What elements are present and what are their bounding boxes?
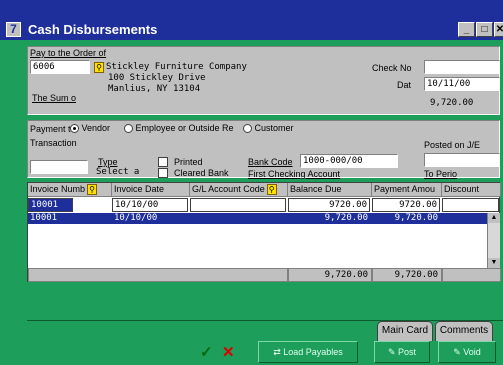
date-label: Dat [397, 80, 412, 90]
lookup-icon[interactable]: ⚲ [94, 62, 104, 73]
row-invoice-number: 10001 [30, 213, 58, 223]
tab-comments[interactable]: Comments [435, 321, 493, 341]
edit-payment-amount[interactable]: 9720.00 [372, 198, 440, 212]
cancel-x-icon[interactable]: ✕ [222, 343, 235, 361]
edit-invoice-number[interactable]: 10001 [28, 198, 73, 212]
edit-discount[interactable] [442, 198, 499, 212]
col-balance-due[interactable]: Balance Due [288, 183, 372, 197]
row-balance-due: 9,720.00 [324, 213, 368, 223]
edit-gl-account[interactable] [190, 198, 286, 212]
posted-label: Posted on J/E [424, 140, 481, 150]
payee-address1: 100 Stickley Drive [108, 73, 206, 83]
total-discount [442, 268, 501, 282]
pen-icon: ✎ [387, 347, 399, 357]
lookup-icon[interactable]: ⚲ [87, 184, 98, 195]
void-button[interactable]: ✎ Void [438, 341, 496, 363]
col-invoice-number[interactable]: Invoice Numb ⚲ [28, 183, 112, 197]
payment-to-label: Payment t [30, 124, 71, 134]
pay-to-label: Pay to the Order of [30, 48, 107, 58]
tab-divider [27, 320, 503, 321]
ok-checkmark-icon[interactable]: ✓ [200, 343, 213, 361]
radio-employee-label: Employee or Outside Re [135, 123, 234, 133]
radio-customer-label: Customer [254, 123, 294, 133]
load-payables-label: Load Payables [283, 347, 343, 357]
pen-icon: ✎ [453, 347, 464, 357]
date-field[interactable]: 10/11/00 [424, 77, 500, 91]
check-amount: 9,720.00 [430, 98, 474, 108]
total-balance: 9,720.00 [288, 268, 372, 282]
period-label: To Perio [424, 169, 458, 179]
total-payment: 9,720.00 [372, 268, 442, 282]
edit-invoice-date[interactable]: 10/10/00 [112, 198, 188, 212]
cleared-label: Cleared Bank [174, 168, 229, 178]
tab-main-card[interactable]: Main Card [377, 321, 433, 341]
printed-checkbox[interactable] [158, 157, 168, 167]
radio-vendor-label: Vendor [81, 123, 111, 133]
printed-label: Printed [174, 157, 203, 167]
col-invoice-date[interactable]: Invoice Date [112, 183, 190, 197]
transaction-field[interactable] [30, 160, 88, 174]
payee-name: Stickley Furniture Company [106, 62, 247, 72]
radio-employee-icon [124, 124, 133, 134]
void-label: Void [463, 347, 481, 357]
col-gl-account[interactable]: G/L Account Code ⚲ [190, 183, 288, 197]
close-button[interactable]: ✕ [494, 22, 503, 37]
posted-field[interactable] [424, 153, 500, 167]
type-select[interactable]: Select a [96, 167, 139, 177]
radio-customer[interactable]: Customer [243, 123, 294, 134]
radio-vendor-icon [70, 124, 79, 134]
transaction-label: Transaction [30, 138, 77, 148]
cleared-checkbox[interactable] [158, 168, 168, 178]
radio-customer-icon [243, 124, 252, 134]
scroll-up-icon[interactable]: ▲ [488, 213, 500, 223]
totals-spacer [28, 268, 288, 282]
minimize-button[interactable]: _ [458, 22, 475, 37]
row-payment-amount: 9,720.00 [394, 213, 438, 223]
lookup-icon[interactable]: ⚲ [266, 184, 277, 195]
invoice-grid[interactable]: Invoice Numb ⚲ Invoice Date G/L Account C… [27, 182, 501, 282]
payee-address2: Manlius, NY 13104 [108, 84, 201, 94]
sum-label: The Sum o [32, 93, 77, 103]
radio-employee[interactable]: Employee or Outside Re [124, 123, 234, 134]
check-no-label: Check No [372, 63, 412, 73]
row-invoice-date: 10/10/00 [114, 213, 158, 223]
radio-vendor[interactable]: Vendor [70, 123, 111, 134]
scroll-down-icon[interactable]: ▼ [488, 258, 500, 268]
load-payables-icon: ⇄ [273, 347, 284, 357]
maximize-button[interactable]: □ [476, 22, 493, 37]
post-label: Post [398, 347, 417, 357]
grid-scrollbar[interactable]: ▲ ▼ [487, 213, 500, 268]
bank-code-field[interactable]: 1000-000/00 [300, 154, 398, 168]
bank-name: First Checking Account [248, 169, 341, 179]
check-no-field[interactable] [424, 60, 500, 74]
app-logo-icon: 7 [6, 22, 21, 37]
load-payables-button[interactable]: ⇄ Load Payables [258, 341, 358, 363]
payee-code-field[interactable]: 6006 [30, 60, 90, 74]
window-title: Cash Disbursements [28, 22, 158, 37]
col-payment-amount[interactable]: Payment Amou [372, 183, 442, 197]
bank-code-label: Bank Code [248, 157, 293, 167]
edit-balance-due[interactable]: 9720.00 [288, 198, 370, 212]
col-discount[interactable]: Discount [442, 183, 501, 197]
post-button[interactable]: ✎ Post [374, 341, 430, 363]
row-gl-account [190, 213, 288, 224]
type-label: Type [98, 157, 118, 167]
